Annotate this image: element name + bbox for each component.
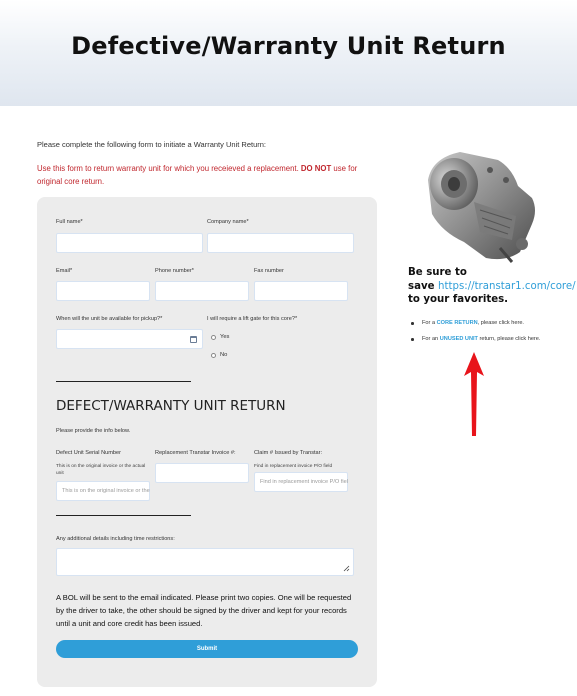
warning-text: Use this form to return warranty unit fo… <box>37 164 358 186</box>
liftgate-label: I will require a lift gate for this core… <box>207 316 298 322</box>
claim-label: Claim # Issued by Transtar: <box>254 450 323 456</box>
claim-placeholder: Find in replacement invoice P/O field <box>260 479 348 485</box>
section-divider-2 <box>56 515 191 516</box>
company-name-field[interactable] <box>207 233 354 253</box>
favorites-heading: Be sure to save https://transtar1.com/co… <box>408 267 576 305</box>
serial-placeholder: This is on the original invoice or the a… <box>62 488 150 494</box>
radio-no[interactable] <box>211 352 216 358</box>
invoice-label: Replacement Transtar Invoice #: <box>155 450 236 456</box>
core-url-link[interactable]: https://transtar1.com/core/ <box>438 281 576 292</box>
section-title: DEFECT/WARRANTY UNIT RETURN <box>56 398 286 414</box>
fax-field[interactable] <box>254 281 348 301</box>
full-name-field[interactable] <box>56 233 203 253</box>
full-name-label: Full name* <box>56 219 83 225</box>
section-divider <box>56 381 191 382</box>
fax-label: Fax number <box>254 268 284 274</box>
liftgate-yes-option[interactable]: Yes <box>211 334 229 340</box>
details-label: Any additional details including time re… <box>56 536 175 542</box>
invoice-field[interactable] <box>155 463 249 483</box>
pickup-date-field[interactable] <box>56 329 203 349</box>
core-return-item[interactable]: For a CORE RETURN, please click here. <box>410 318 560 328</box>
section-help: Please provide the info below. <box>56 428 131 434</box>
serial-label: Defect Unit Serial Number <box>56 450 121 456</box>
intro-text: Please complete the following form to in… <box>37 140 266 149</box>
claim-help: Find in replacement invoice P/O field <box>254 464 333 469</box>
serial-field[interactable]: This is on the original invoice or the a… <box>56 481 150 501</box>
phone-label: Phone number* <box>155 268 194 274</box>
unused-unit-link[interactable]: UNUSED UNIT <box>440 336 478 342</box>
red-arrow-icon <box>464 352 484 436</box>
unused-unit-item[interactable]: For an UNUSED UNIT return, please click … <box>410 334 560 344</box>
serial-help: This is on the original invoice or the a… <box>56 464 146 476</box>
bol-notice: A BOL will be sent to the email indicate… <box>56 593 352 628</box>
transmission-image <box>428 152 535 263</box>
calendar-icon[interactable] <box>190 336 197 343</box>
company-name-label: Company name* <box>207 219 249 225</box>
page-header: Defective/Warranty Unit Return <box>0 0 577 106</box>
liftgate-no-option[interactable]: No <box>211 352 227 358</box>
email-field[interactable] <box>56 281 150 301</box>
claim-field[interactable]: Find in replacement invoice P/O field <box>254 472 348 492</box>
page-title: Defective/Warranty Unit Return <box>71 32 506 60</box>
email-label: Email* <box>56 268 73 274</box>
details-textarea[interactable] <box>56 548 354 576</box>
radio-yes[interactable] <box>211 334 216 340</box>
resize-handle-icon[interactable] <box>343 565 350 572</box>
phone-field[interactable] <box>155 281 249 301</box>
submit-button[interactable]: Submit <box>56 640 358 658</box>
pickup-label: When will the unit be available for pick… <box>56 316 163 322</box>
core-return-link[interactable]: CORE RETURN <box>437 320 478 326</box>
sidebar-links: For a CORE RETURN, please click here. Fo… <box>410 318 560 350</box>
